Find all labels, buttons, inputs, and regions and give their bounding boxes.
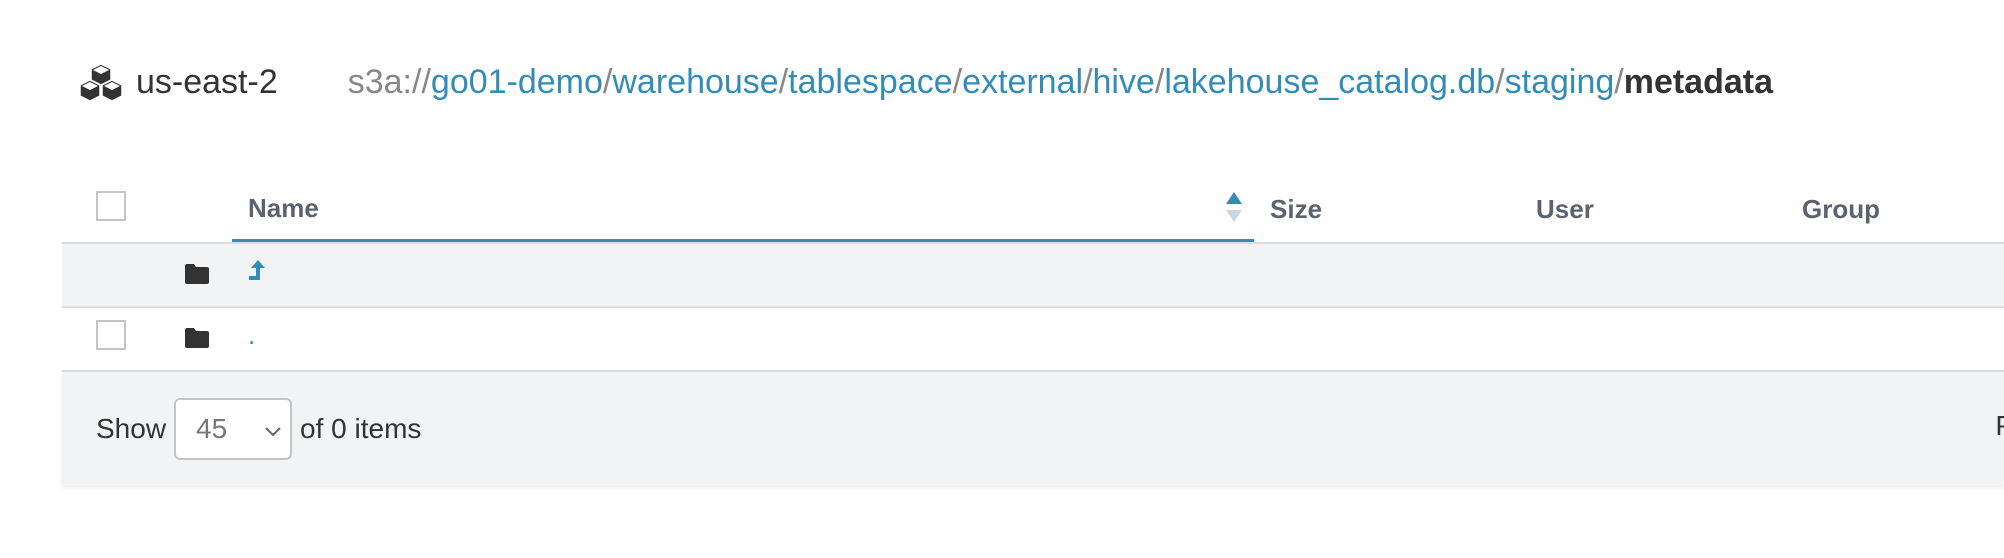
show-label: Show bbox=[96, 413, 167, 444]
breadcrumb: s3a:// go01-demo / warehouse / tablespac… bbox=[348, 63, 1773, 102]
column-header-name[interactable]: Name bbox=[232, 178, 1254, 242]
column-header-size-label: Size bbox=[1270, 193, 1323, 224]
column-header-name-label: Name bbox=[248, 193, 319, 223]
breadcrumb-item-warehouse[interactable]: warehouse bbox=[612, 63, 778, 102]
region-selector[interactable]: us-east-2 bbox=[78, 62, 278, 102]
breadcrumb-separator: / bbox=[778, 62, 789, 101]
cubes-icon bbox=[78, 62, 124, 102]
items-count-label: of 0 items bbox=[300, 413, 422, 444]
breadcrumb-item-tablespace[interactable]: tablespace bbox=[788, 63, 952, 102]
column-header-user-label: User bbox=[1536, 193, 1594, 224]
column-header-group-label: Group bbox=[1802, 193, 1880, 224]
breadcrumb-separator: / bbox=[1495, 62, 1505, 101]
chevron-down-icon bbox=[264, 413, 282, 445]
row-checkbox[interactable] bbox=[96, 320, 126, 350]
breadcrumb-item-hive[interactable]: hive bbox=[1093, 63, 1155, 102]
table-footer: Show 45 of 0 items P bbox=[62, 372, 2004, 486]
sort-ascending-icon bbox=[1224, 190, 1244, 226]
region-label: us-east-2 bbox=[136, 62, 278, 101]
breadcrumb-separator: / bbox=[1083, 62, 1093, 101]
level-up-icon[interactable] bbox=[248, 258, 266, 289]
column-header-user[interactable]: User bbox=[1536, 178, 1594, 240]
page-size-select[interactable]: 45 bbox=[174, 398, 293, 460]
table-row-current[interactable]: . bbox=[62, 308, 2004, 372]
breadcrumb-item-go01-demo[interactable]: go01-demo bbox=[431, 63, 603, 102]
breadcrumb-separator: / bbox=[1154, 62, 1165, 101]
breadcrumb-item-external[interactable]: external bbox=[962, 63, 1083, 102]
folder-icon bbox=[184, 327, 210, 349]
breadcrumb-separator: / bbox=[952, 62, 963, 101]
page-info: P bbox=[1995, 410, 2004, 442]
breadcrumb-separator: / bbox=[1614, 62, 1624, 101]
table-header: Name Size User Group bbox=[62, 178, 2004, 244]
page-size-value: 45 bbox=[196, 413, 228, 444]
breadcrumb-current: metadata bbox=[1623, 62, 1773, 101]
breadcrumb-item-staging[interactable]: staging bbox=[1505, 63, 1615, 102]
column-header-size[interactable]: Size bbox=[1270, 178, 1322, 240]
breadcrumb-separator: / bbox=[602, 62, 613, 101]
select-all-checkbox[interactable] bbox=[96, 191, 126, 221]
folder-icon bbox=[184, 263, 210, 285]
column-header-group[interactable]: Group bbox=[1802, 178, 1880, 240]
table-row-parent[interactable] bbox=[62, 244, 2004, 308]
row-name-link[interactable]: . bbox=[248, 320, 255, 351]
breadcrumb-scheme: s3a:// bbox=[347, 62, 431, 101]
file-table: Name Size User Group . Show 45 of 0 item… bbox=[62, 178, 2004, 486]
top-bar: us-east-2 s3a:// go01-demo / warehouse /… bbox=[78, 54, 1773, 110]
breadcrumb-item-lakehouse-catalog-db[interactable]: lakehouse_catalog.db bbox=[1164, 63, 1495, 102]
